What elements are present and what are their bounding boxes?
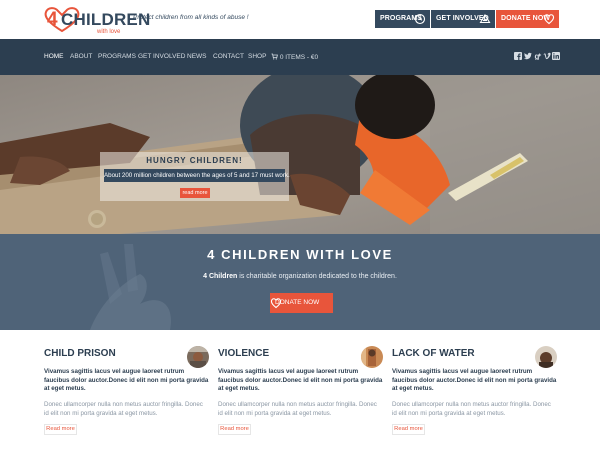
- tagline: Protect children from all kinds of abuse…: [133, 14, 249, 21]
- nav-contact[interactable]: CONTACT: [213, 53, 244, 61]
- twitter-icon[interactable]: [524, 52, 532, 60]
- mission-band: 4 CHILDREN WITH LOVE 4 Children is chari…: [0, 234, 600, 330]
- facebook-icon[interactable]: [514, 52, 522, 60]
- nav-home[interactable]: HOME: [44, 53, 64, 61]
- feature-title: CHILD PRISON: [44, 348, 116, 359]
- programs-button[interactable]: PROGRAMS: [375, 10, 430, 28]
- read-more-button[interactable]: Read more: [218, 424, 251, 435]
- hero-title: HUNGRY CHILDREN!: [146, 156, 243, 165]
- main-nav: HOME ABOUT PROGRAMS GET INVOLVED NEWS CO…: [0, 39, 600, 75]
- vimeo-icon[interactable]: [543, 52, 551, 60]
- feature-lead: Vivamus sagittis lacus vel augue laoreet…: [392, 368, 557, 392]
- hero-caption: HUNGRY CHILDREN! About 200 million child…: [100, 152, 290, 201]
- hero-text: About 200 million children between the a…: [104, 169, 290, 182]
- band-subtitle-text: is charitable organization dedicated to …: [237, 273, 397, 280]
- google-plus-icon[interactable]: g: [534, 52, 542, 60]
- feature-title: VIOLENCE: [218, 348, 270, 359]
- get-involved-button[interactable]: GET INVOLVED: [431, 10, 495, 28]
- feature-lead: Vivamus sagittis lacus vel augue laoreet…: [218, 368, 383, 392]
- logo[interactable]: 4 CHILDREN with love: [43, 7, 150, 35]
- donate-now-button[interactable]: DONATE NOW: [270, 293, 333, 313]
- hero-read-more-button[interactable]: read more: [180, 188, 210, 198]
- hero-photo: [0, 75, 600, 234]
- feature-violence: VIOLENCE Vivamus sagittis lacus vel augu…: [218, 346, 383, 450]
- feature-body: Donec ullamcorper nulla non metus auctor…: [44, 401, 203, 417]
- feature-body: Donec ullamcorper nulla non metus auctor…: [218, 401, 377, 417]
- svg-text:g: g: [535, 52, 540, 60]
- heart-icon: [543, 14, 555, 25]
- band-title: 4 CHILDREN WITH LOVE: [207, 247, 393, 262]
- nav-about[interactable]: ABOUT: [70, 53, 92, 61]
- feature-lead: Vivamus sagittis lacus vel augue laoreet…: [44, 368, 209, 392]
- nav-news[interactable]: NEWS: [187, 53, 207, 61]
- donate-now-button-top[interactable]: DONATE NOW: [496, 10, 559, 28]
- child-prison-thumbnail: [187, 346, 209, 368]
- band-subtitle-brand: 4 Children: [203, 273, 238, 280]
- nav-programs[interactable]: PROGRAMS: [98, 53, 136, 61]
- feature-title: LACK OF WATER: [392, 348, 475, 359]
- read-more-button[interactable]: Read more: [392, 424, 425, 435]
- feature-body: Donec ullamcorper nulla non metus auctor…: [392, 401, 551, 417]
- lack-of-water-thumbnail: [535, 346, 557, 368]
- handshake-icon: [479, 13, 491, 24]
- heart-icon: [270, 298, 282, 309]
- cart-icon: [271, 53, 278, 60]
- linkedin-icon[interactable]: [552, 52, 560, 60]
- cart-summary: 0 ITEMS - €0: [279, 54, 319, 61]
- nav-get-involved[interactable]: GET INVOLVED: [138, 53, 185, 61]
- feature-child-prison: CHILD PRISON Vivamus sagittis lacus vel …: [44, 346, 209, 450]
- band-subtitle: 4 Children is charitable organization de…: [0, 272, 600, 282]
- nav-cart[interactable]: 0 ITEMS - €0: [271, 53, 318, 62]
- violence-thumbnail: [361, 346, 383, 368]
- clock-icon: [414, 13, 426, 25]
- hero-slider: HUNGRY CHILDREN! About 200 million child…: [0, 75, 600, 234]
- nav-shop[interactable]: SHOP: [248, 53, 266, 61]
- logo-subtitle: with love: [97, 29, 121, 35]
- feature-lack-of-water: LACK OF WATER Vivamus sagittis lacus vel…: [392, 346, 557, 450]
- top-bar: 4 CHILDREN with love Protect children fr…: [0, 0, 600, 39]
- read-more-button[interactable]: Read more: [44, 424, 77, 435]
- logo-number: 4: [47, 9, 58, 30]
